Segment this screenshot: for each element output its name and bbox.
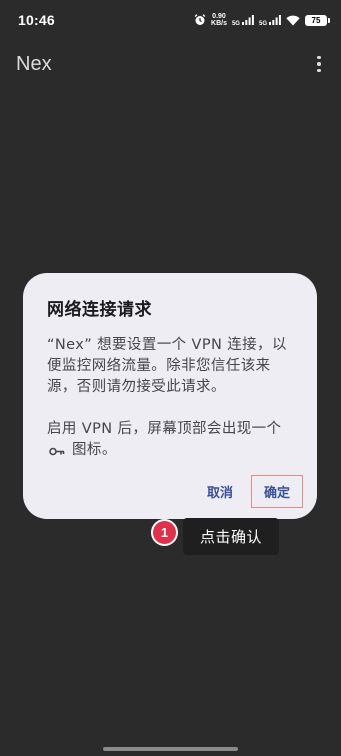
app-title: Nex bbox=[16, 52, 52, 75]
dialog-title: 网络连接请求 bbox=[47, 300, 152, 320]
step-badge: 1 bbox=[151, 519, 178, 546]
status-bar: 10:46 0.90 KB/s 5G 5G 75 bbox=[0, 0, 341, 40]
wifi-icon bbox=[286, 15, 300, 25]
dialog-note: 启用 VPN 后，屏幕顶部会出现一个 图标。 bbox=[47, 419, 293, 461]
battery-level: 75 bbox=[311, 15, 321, 25]
sim2-label: 5G bbox=[258, 21, 267, 27]
dialog-note-text-end: 图标。 bbox=[72, 442, 117, 458]
vpn-key-icon bbox=[49, 447, 65, 456]
speed-value: 0.90 bbox=[212, 13, 226, 20]
status-icons: 0.90 KB/s 5G 5G 75 bbox=[194, 13, 330, 27]
signal-icon bbox=[241, 15, 254, 25]
more-options-icon[interactable] bbox=[311, 54, 327, 74]
app-bar: Nex bbox=[0, 42, 341, 86]
tip-label: 点击确认 bbox=[183, 518, 279, 555]
dialog-body: “Nex” 想要设置一个 VPN 连接，以便监控网络流量。除非您信任该来源，否则… bbox=[47, 335, 293, 461]
clock: 10:46 bbox=[18, 12, 55, 28]
dialog-message: “Nex” 想要设置一个 VPN 连接，以便监控网络流量。除非您信任该来源，否则… bbox=[47, 337, 287, 395]
network-speed: 0.90 KB/s bbox=[211, 13, 227, 27]
vpn-request-dialog: 网络连接请求 “Nex” 想要设置一个 VPN 连接，以便监控网络流量。除非您信… bbox=[23, 273, 317, 519]
alarm-icon bbox=[194, 14, 206, 25]
confirm-button[interactable]: 确定 bbox=[251, 475, 303, 508]
cancel-button[interactable]: 取消 bbox=[203, 474, 237, 509]
signal-icon bbox=[269, 15, 281, 25]
battery-icon: 75 bbox=[305, 14, 330, 26]
home-indicator[interactable] bbox=[103, 747, 238, 751]
sim1-label: 5G bbox=[231, 21, 240, 27]
dialog-note-text: 启用 VPN 后，屏幕顶部会出现一个 bbox=[47, 421, 282, 437]
dialog-actions: 取消 确定 bbox=[203, 474, 303, 509]
speed-unit: KB/s bbox=[211, 20, 227, 27]
